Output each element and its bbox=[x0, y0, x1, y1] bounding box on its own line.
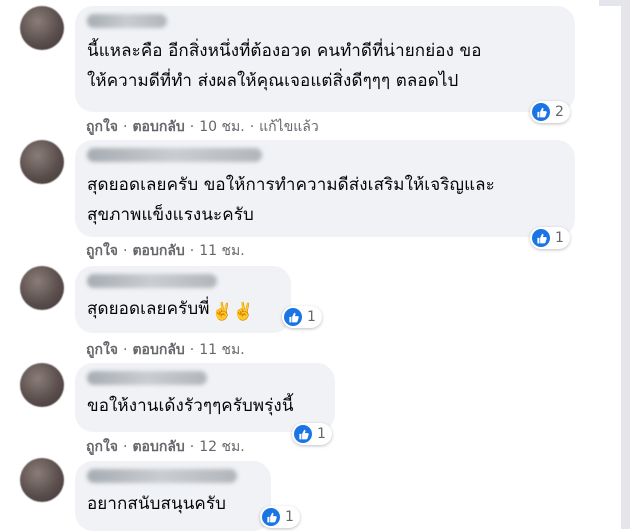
like-thumb-icon bbox=[532, 103, 550, 121]
like-button[interactable]: ถูกใจ bbox=[86, 116, 118, 138]
comment-meta: ถูกใจ · ตอบกลับ · 10 ชม. · แก้ไขแล้ว bbox=[86, 116, 319, 138]
like-thumb-icon bbox=[532, 229, 550, 247]
comment-text: นี้แหละคือ อีกสิ่งหนึ่งที่ต้องอวด คนทำดี… bbox=[87, 41, 482, 91]
reaction-number: 1 bbox=[285, 509, 294, 525]
separator-dot: · bbox=[189, 439, 195, 455]
edited-label[interactable]: แก้ไขแล้ว bbox=[259, 116, 319, 138]
comment-bubble: ขอให้งานเด้งรัวๆๆครับพรุ่งนี้ bbox=[75, 363, 335, 432]
like-thumb-icon bbox=[284, 308, 302, 326]
separator-dot: · bbox=[123, 342, 128, 358]
reaction-number: 2 bbox=[555, 104, 564, 120]
reply-button[interactable]: ตอบกลับ bbox=[132, 240, 184, 262]
comment-meta: ถูกใจ · ตอบกลับ · 11 ชม. bbox=[86, 240, 245, 262]
timestamp[interactable]: 11 ชม. bbox=[199, 240, 244, 262]
like-thumb-icon bbox=[294, 425, 312, 443]
comment-text: ขอให้งานเด้งรัวๆๆครับพรุ่งนี้ bbox=[87, 396, 294, 416]
separator-dot: · bbox=[123, 439, 128, 455]
author-name-blurred[interactable] bbox=[87, 14, 167, 28]
separator-dot: · bbox=[189, 243, 195, 259]
comment-bubble: สุดยอดเลยครับพี่ ✌️✌️ bbox=[75, 266, 291, 333]
avatar[interactable] bbox=[20, 140, 64, 184]
author-name-blurred[interactable] bbox=[87, 274, 217, 288]
reaction-number: 1 bbox=[317, 426, 326, 442]
comment-text: สุดยอดเลยครับ ขอให้การทำความดีส่งเสริมให… bbox=[87, 175, 495, 225]
avatar[interactable] bbox=[20, 266, 64, 310]
avatar[interactable] bbox=[20, 363, 64, 407]
separator-dot: · bbox=[189, 342, 195, 358]
avatar[interactable] bbox=[20, 458, 64, 502]
comment-meta: ถูกใจ · ตอบกลับ · 12 ชม. bbox=[86, 436, 245, 458]
reply-button[interactable]: ตอบกลับ bbox=[132, 339, 184, 361]
like-button[interactable]: ถูกใจ bbox=[86, 436, 118, 458]
author-name-blurred[interactable] bbox=[87, 148, 262, 162]
reply-button[interactable]: ตอบกลับ bbox=[132, 116, 184, 138]
like-thumb-icon bbox=[262, 508, 280, 526]
timestamp[interactable]: 10 ชม. bbox=[199, 116, 244, 138]
reaction-count[interactable]: 1 bbox=[292, 423, 332, 445]
separator-dot: · bbox=[123, 119, 128, 135]
separator-dot: · bbox=[249, 119, 255, 135]
reaction-count[interactable]: 2 bbox=[530, 101, 570, 123]
avatar[interactable] bbox=[20, 6, 64, 50]
comment-bubble: นี้แหละคือ อีกสิ่งหนึ่งที่ต้องอวด คนทำดี… bbox=[75, 6, 575, 112]
comment-bubble: อยากสนับสนุนครับ bbox=[75, 461, 271, 531]
like-button[interactable]: ถูกใจ bbox=[86, 339, 118, 361]
reaction-count[interactable]: 1 bbox=[260, 506, 300, 528]
reaction-number: 1 bbox=[555, 230, 564, 246]
author-name-blurred[interactable] bbox=[87, 371, 207, 385]
reaction-count[interactable]: 1 bbox=[530, 227, 570, 249]
separator-dot: · bbox=[123, 243, 128, 259]
timestamp[interactable]: 12 ชม. bbox=[199, 436, 244, 458]
comment-meta: ถูกใจ · ตอบกลับ · 11 ชม. bbox=[86, 339, 245, 361]
reply-button[interactable]: ตอบกลับ bbox=[132, 436, 184, 458]
author-name-blurred[interactable] bbox=[87, 469, 237, 483]
comment-text: สุดยอดเลยครับพี่ ✌️✌️ bbox=[87, 296, 279, 325]
like-button[interactable]: ถูกใจ bbox=[86, 240, 118, 262]
scrollbar-track[interactable] bbox=[621, 0, 630, 529]
reaction-count[interactable]: 1 bbox=[282, 306, 322, 328]
separator-dot: · bbox=[189, 119, 195, 135]
victory-hand-emoji: ✌️✌️ bbox=[211, 302, 255, 322]
timestamp[interactable]: 11 ชม. bbox=[199, 339, 244, 361]
comment-bubble: สุดยอดเลยครับ ขอให้การทำความดีส่งเสริมให… bbox=[75, 140, 575, 237]
comment-text: อยากสนับสนุนครับ bbox=[87, 494, 227, 514]
comment-text-body: สุดยอดเลยครับพี่ bbox=[87, 299, 210, 319]
reaction-number: 1 bbox=[307, 309, 316, 325]
window-edge bbox=[599, 0, 621, 6]
